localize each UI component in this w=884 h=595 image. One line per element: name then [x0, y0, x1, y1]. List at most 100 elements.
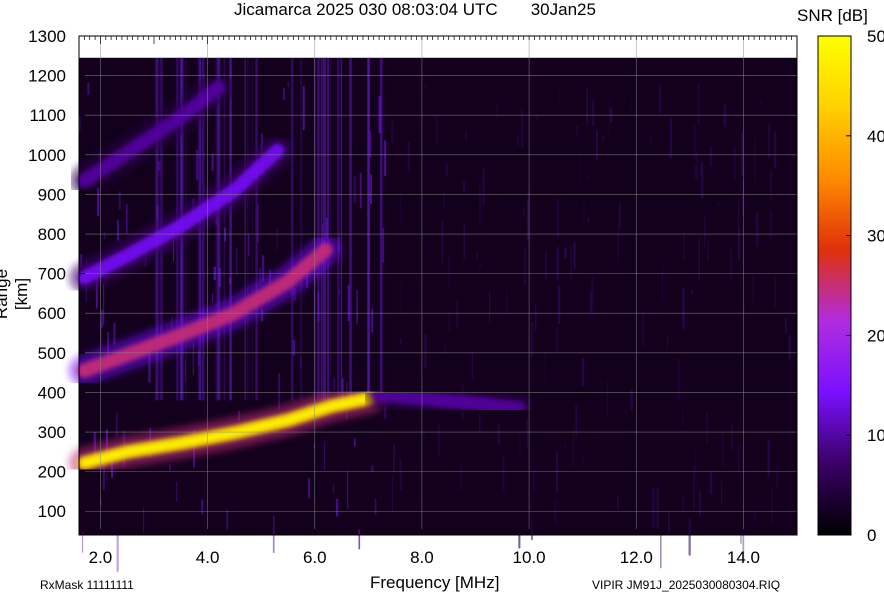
- noise-streak: [371, 465, 374, 473]
- noise-streak: [519, 432, 521, 460]
- noise-streak: [625, 409, 627, 414]
- noise-streak: [113, 322, 116, 345]
- noise-streak: [666, 337, 668, 350]
- noise-streak: [354, 438, 356, 447]
- noise-streak: [479, 264, 481, 269]
- y-tick-label: 400: [38, 383, 66, 402]
- noise-streak: [564, 443, 566, 448]
- noise-streak: [332, 483, 335, 494]
- noise-streak: [682, 410, 684, 427]
- noise-streak: [526, 236, 529, 242]
- noise-streak: [384, 140, 387, 177]
- noise-streak: [618, 204, 621, 229]
- noise-streak: [581, 358, 585, 387]
- x-tick-label: 10.0: [513, 548, 546, 567]
- noise-streak: [596, 129, 598, 161]
- x-tick-label: 8.0: [410, 548, 434, 567]
- noise-streak: [302, 86, 305, 130]
- noise-streak: [391, 475, 393, 514]
- interference-column: [320, 57, 324, 401]
- noise-streak: [721, 433, 724, 468]
- noise-streak: [678, 358, 680, 400]
- noise-streak: [668, 511, 670, 533]
- noise-streak: [733, 145, 736, 180]
- noise-streak: [556, 246, 559, 280]
- noise-streak: [579, 152, 581, 183]
- interference-column: [290, 57, 294, 401]
- noise-streak: [754, 508, 756, 522]
- noise-streak: [211, 153, 214, 171]
- noise-streak: [517, 136, 519, 147]
- noise-streak: [709, 470, 713, 495]
- noise-streak: [116, 220, 120, 241]
- noise-streak: [424, 431, 426, 438]
- noise-streak: [126, 204, 128, 234]
- colorbar: 50 40 30 20 10 0: [817, 27, 884, 545]
- noise-streak: [774, 277, 776, 309]
- interference-column: [244, 57, 246, 401]
- interference-column: [329, 57, 332, 401]
- noise-streak: [656, 487, 659, 529]
- noise-streak: [575, 405, 577, 438]
- noise-streak: [606, 382, 609, 416]
- noise-streak: [359, 172, 362, 209]
- noise-streak: [347, 470, 349, 509]
- noise-streak: [591, 276, 594, 307]
- noise-streak: [399, 338, 402, 344]
- noise-streak: [704, 215, 706, 250]
- colorbar-tick-label: 40: [867, 127, 884, 146]
- x-tick-label: 12.0: [620, 548, 653, 567]
- noise-streak: [391, 120, 394, 143]
- noise-streak: [756, 213, 759, 247]
- noise-streak: [688, 518, 691, 556]
- colorbar-scale: [817, 35, 852, 536]
- interference-column: [252, 57, 254, 401]
- noise-streak: [463, 222, 465, 261]
- noise-streak: [462, 181, 465, 193]
- interference-column: [327, 57, 329, 401]
- noise-streak: [465, 131, 467, 141]
- interference-column: [337, 57, 341, 401]
- noise-streak: [642, 310, 645, 350]
- noise-streak: [371, 308, 374, 333]
- noise-streak: [235, 248, 238, 275]
- noise-streak: [652, 487, 655, 529]
- noise-streak: [690, 290, 693, 295]
- noise-streak: [700, 164, 703, 177]
- noise-streak: [335, 498, 339, 517]
- y-tick-label: 800: [38, 225, 66, 244]
- noise-streak: [617, 495, 619, 511]
- interference-column: [340, 57, 343, 401]
- noise-streak: [694, 164, 697, 182]
- noise-streak: [650, 157, 652, 164]
- noise-streak: [116, 534, 119, 572]
- noise-streak: [602, 135, 604, 142]
- colorbar-tick-label: 50: [867, 27, 884, 46]
- noise-streak: [456, 300, 459, 329]
- y-tick-label: 100: [38, 502, 66, 521]
- noise-streak: [333, 378, 336, 390]
- noise-streak: [527, 199, 529, 240]
- noise-streak: [533, 469, 535, 492]
- noise-streak: [226, 509, 228, 530]
- noise-streak: [460, 463, 463, 492]
- noise-streak: [502, 454, 505, 494]
- noise-streak: [356, 289, 358, 324]
- y-tick-label: 1300: [28, 27, 66, 46]
- interference-column: [247, 57, 249, 401]
- noise-streak: [754, 138, 756, 182]
- noise-streak: [323, 441, 325, 471]
- noise-streak: [776, 465, 778, 490]
- noise-streak: [523, 206, 526, 217]
- noise-streak: [556, 326, 558, 351]
- noise-streak: [382, 228, 384, 264]
- noise-streak: [87, 82, 90, 95]
- noise-streak: [773, 131, 777, 169]
- noise-streak: [570, 245, 572, 283]
- noise-streak: [581, 455, 584, 464]
- noise-streak: [600, 380, 602, 419]
- interference-column: [256, 57, 259, 401]
- noise-streak: [143, 508, 145, 533]
- noise-streak: [630, 390, 633, 411]
- noise-streak: [695, 448, 697, 482]
